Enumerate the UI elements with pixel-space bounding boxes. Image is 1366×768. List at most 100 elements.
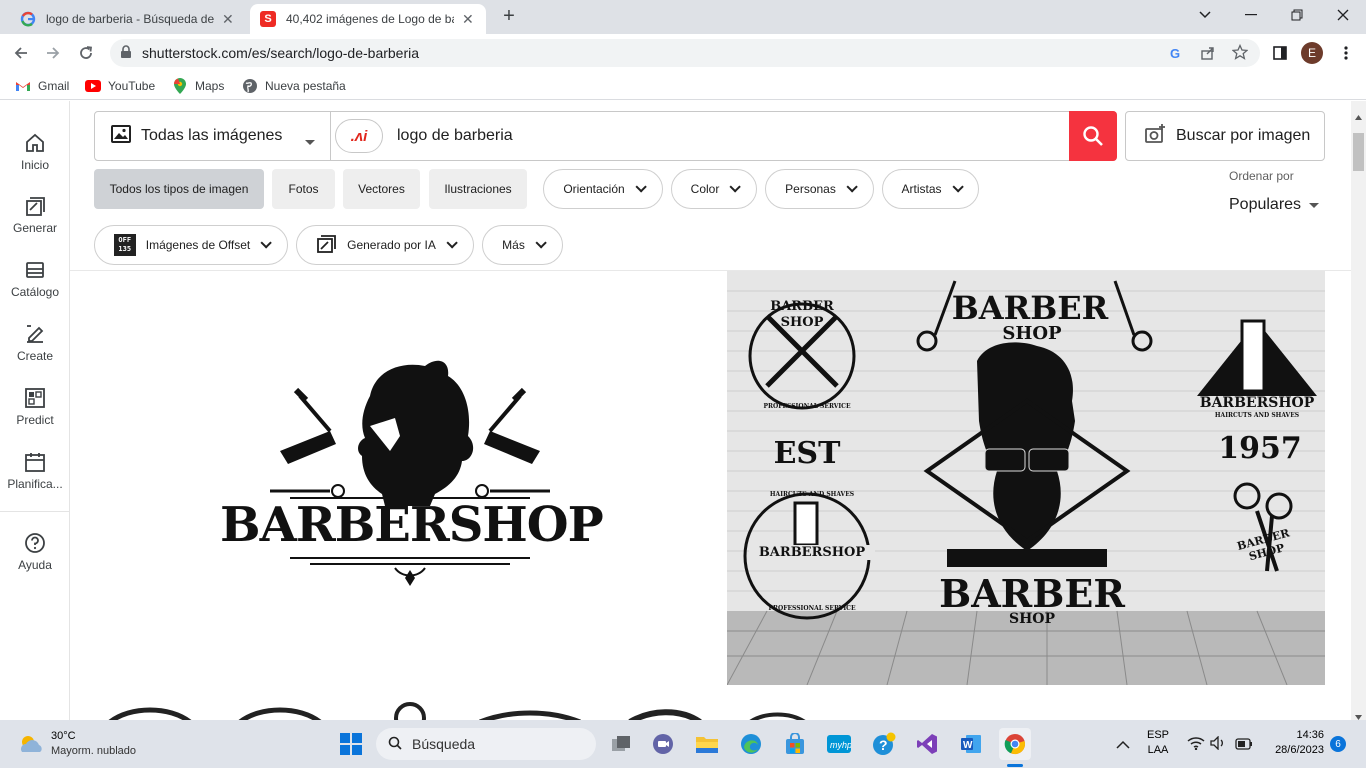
search-by-image-button[interactable]: Buscar por imagen [1125, 111, 1325, 161]
share-icon[interactable] [1200, 45, 1216, 64]
sidebar-item-catalogo[interactable]: Catálogo [0, 259, 70, 299]
clock-time: 14:36 [1296, 729, 1324, 741]
sidebar-item-label: Create [16, 349, 54, 363]
barber-title-bottom: BARBER [939, 571, 1125, 616]
address-bar[interactable]: shutterstock.com/es/search/logo-de-barbe… [110, 39, 1260, 67]
badge-right-top-sub-text: HAIRCUTS AND SHAVES [1214, 412, 1300, 419]
microsoft-store-icon[interactable] [779, 728, 811, 760]
chrome-icon[interactable] [999, 728, 1031, 760]
home-icon [26, 133, 44, 152]
reload-icon[interactable] [73, 40, 99, 66]
badge-left-top-ring-text: PROFESSIONAL SERVICE [763, 403, 851, 410]
bookmark-star-icon[interactable] [1231, 43, 1249, 63]
filter-all-image-types[interactable]: Todos los tipos de imagen [94, 169, 264, 209]
result-image-barber-collection[interactable]: BARBER SHOP BARBER SHOP PROFESSIONAL SER… [727, 271, 1325, 685]
badge-left-bottom-ring-text: HAIRCUTS AND SHAVES [769, 491, 855, 498]
more-menu-icon[interactable] [1333, 40, 1359, 66]
sort-dropdown[interactable]: Populares [1229, 195, 1321, 215]
get-help-icon[interactable]: ? [868, 728, 900, 760]
svg-text:G: G [1170, 46, 1180, 61]
dropdown-artists[interactable]: Artistas [882, 169, 979, 209]
bookmark-youtube[interactable]: YouTube [85, 77, 155, 95]
teams-chat-icon[interactable] [647, 728, 679, 760]
word-icon[interactable]: W [955, 728, 987, 760]
search-input[interactable]: logo de barberia [397, 112, 513, 160]
bookmark-label: Nueva pestaña [265, 79, 346, 93]
restore-icon[interactable] [1274, 0, 1320, 30]
sidebar-item-label: Catálogo [10, 285, 60, 299]
ai-search-toggle[interactable]: .ʌi [335, 119, 383, 153]
new-tab-button[interactable]: + [498, 6, 520, 28]
search-icon [388, 736, 402, 753]
chevron-down-icon [260, 237, 273, 249]
badge-left-bottom-ring2-text: PROFESSIONAL SERVICE [768, 605, 856, 612]
wifi-icon[interactable] [1187, 736, 1205, 755]
dropdown-caret-icon [305, 133, 315, 151]
sidebar-item-predict[interactable]: Predict [0, 387, 70, 427]
result-image-barbershop-logo[interactable]: BARBERSHOP [70, 271, 720, 685]
minimize-icon[interactable] [1228, 0, 1274, 30]
dropdown-offset-images[interactable]: OFF 135 Imágenes de Offset [94, 225, 288, 265]
sidebar-item-generar[interactable]: Generar [0, 195, 70, 235]
show-hidden-icons-chevron[interactable] [1116, 736, 1130, 754]
windows-taskbar: 30°C Mayorm. nublado Búsqueda myhp ? W E… [0, 720, 1366, 768]
profile-avatar[interactable]: E [1301, 42, 1323, 64]
tab-title: 40,402 imágenes de Logo de bar [286, 12, 454, 26]
battery-icon[interactable] [1235, 737, 1253, 755]
dropdown-more[interactable]: Más [482, 225, 563, 265]
offset-logo-line: OFF [118, 236, 132, 244]
dropdown-orientation[interactable]: Orientación [543, 169, 663, 209]
calendar-icon [25, 453, 45, 472]
filter-photos[interactable]: Fotos [272, 169, 335, 209]
sidebar-item-ayuda[interactable]: Ayuda [0, 532, 70, 572]
weather-desc: Mayorm. nublado [51, 745, 136, 757]
bookmark-maps[interactable]: Maps [172, 77, 224, 95]
myhp-icon[interactable]: myhp [823, 728, 855, 760]
back-icon[interactable] [8, 40, 34, 66]
bookmark-gmail[interactable]: Gmail [15, 77, 69, 95]
file-explorer-icon[interactable] [691, 728, 723, 760]
filter-vectors[interactable]: Vectores [343, 169, 420, 209]
lock-icon[interactable] [120, 44, 132, 62]
visual-studio-icon[interactable] [911, 728, 943, 760]
dropdown-ai-generated[interactable]: Generado por IA [296, 225, 474, 265]
svg-text:?: ? [879, 737, 888, 753]
image-type-selector[interactable]: Todas las imágenes [95, 112, 331, 160]
google-icon [20, 11, 36, 27]
sidebar-item-label: Planifica... [7, 477, 63, 491]
filter-illustrations[interactable]: Ilustraciones [429, 169, 527, 209]
weather-widget[interactable]: 30°C Mayorm. nublado [16, 728, 156, 760]
sidebar-item-create[interactable]: Create [0, 323, 70, 363]
est-text: EST [773, 436, 841, 471]
notification-badge[interactable]: 6 [1330, 736, 1346, 752]
side-panel-icon[interactable] [1267, 40, 1293, 66]
edge-icon[interactable] [735, 728, 767, 760]
language-indicator[interactable]: ESP LAA [1138, 728, 1178, 760]
close-tab-icon[interactable]: ✕ [222, 11, 234, 28]
tab-search-chevron-icon[interactable] [1182, 0, 1228, 30]
sidebar-item-inicio[interactable]: Inicio [0, 132, 70, 172]
sidebar-item-planifica[interactable]: Planifica... [0, 451, 70, 491]
page-scrollbar[interactable] [1351, 101, 1366, 720]
dropdown-color[interactable]: Color [671, 169, 757, 209]
google-lens-icon[interactable]: G [1168, 45, 1184, 64]
dropdown-people[interactable]: Personas [765, 169, 874, 209]
close-window-icon[interactable] [1320, 0, 1366, 30]
bookmark-new-tab[interactable]: Nueva pestaña [242, 77, 346, 95]
taskbar-search[interactable]: Búsqueda [376, 728, 596, 760]
windows-start-icon[interactable] [335, 728, 367, 760]
task-view-icon[interactable] [605, 728, 637, 760]
search-button[interactable] [1069, 111, 1117, 161]
forward-icon[interactable] [40, 40, 66, 66]
scroll-up-icon[interactable] [1355, 107, 1362, 125]
maps-icon [172, 78, 188, 94]
scrollbar-thumb[interactable] [1353, 133, 1364, 171]
gmail-icon [15, 78, 31, 94]
close-tab-icon[interactable]: ✕ [462, 11, 474, 28]
tab-shutterstock[interactable]: S 40,402 imágenes de Logo de bar ✕ [250, 4, 486, 34]
clock[interactable]: 14:36 28/6/2023 [1262, 728, 1324, 760]
cloud-sun-icon [21, 736, 42, 752]
create-icon [27, 325, 44, 343]
volume-icon[interactable] [1210, 735, 1226, 755]
tab-google-search[interactable]: logo de barberia - Búsqueda de G ✕ [10, 4, 246, 34]
